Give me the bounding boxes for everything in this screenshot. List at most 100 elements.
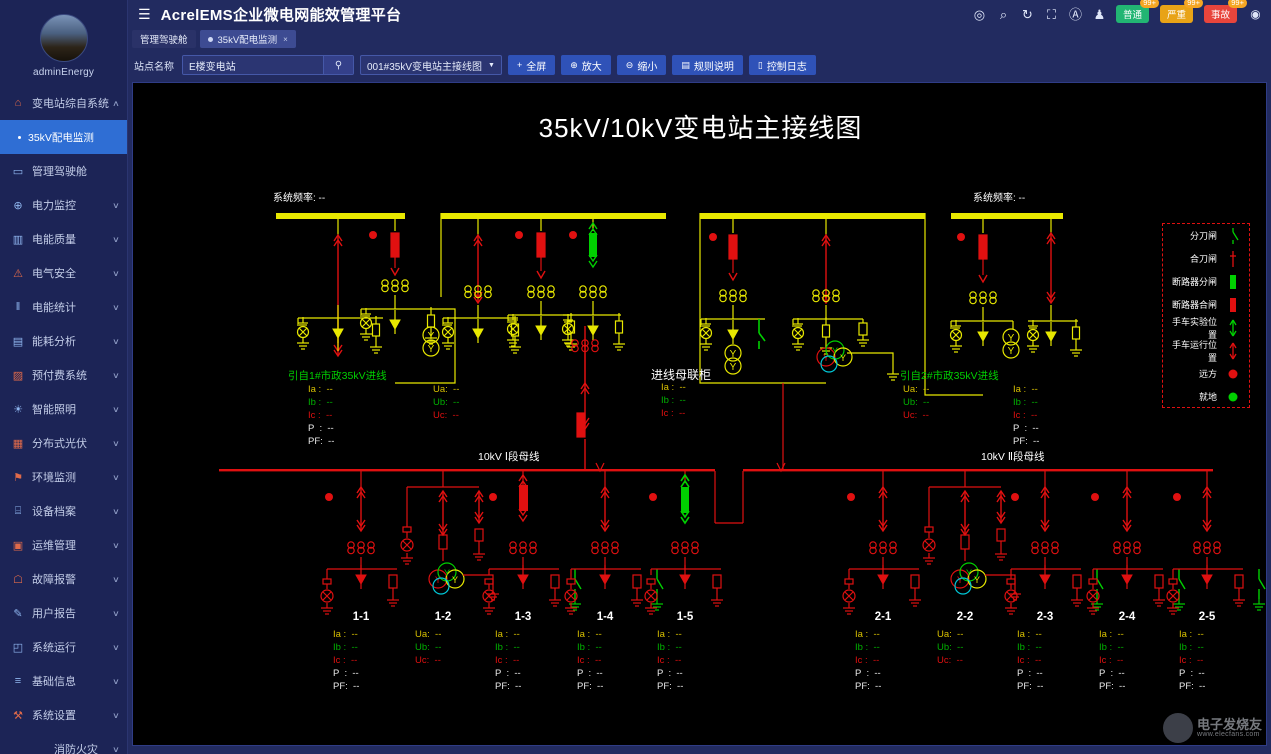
button-label: 规则说明: [693, 61, 734, 73]
legend-row-1: 合刀闸: [1163, 247, 1249, 270]
sidebar-item-7[interactable]: ▤ 能耗分析 ∨: [0, 324, 127, 358]
measure-row: Ib : --: [657, 642, 682, 653]
user-icon[interactable]: ◉: [1248, 8, 1263, 20]
measure-row: Ic : --: [657, 655, 682, 666]
trolley-run-icon: [1223, 341, 1243, 361]
toolbar-button-4[interactable]: ▯ 控制日志: [748, 55, 816, 75]
search-icon[interactable]: ⌕: [996, 8, 1011, 21]
sidebar-item-6[interactable]: ‖ 电能统计 ∨: [0, 290, 127, 324]
sidebar-item-5[interactable]: ⚠ 电气安全 ∨: [0, 256, 127, 290]
feeder-measure-1-2: Ua: -- Ub: -- Uc: --: [415, 628, 441, 667]
measure-row: Ia : --: [495, 629, 520, 640]
diagram-toolbar: 站点名称 ⚲ 001#35kV变电站主接线图 ▼ +全屏⊕放大⊖缩小▤规则说明▯…: [128, 50, 1271, 80]
chevron-icon: ∨: [112, 404, 120, 414]
sidebar-item-17[interactable]: ≡ 基础信息 ∨: [0, 664, 127, 698]
diagram-select[interactable]: 001#35kV变电站主接线图 ▼: [360, 55, 502, 75]
page-title: AcrelEMS企业微电网能效管理平台: [160, 6, 402, 24]
sidebar-item-0[interactable]: ⌂ 变电站综自系统 ∧: [0, 86, 127, 120]
sidebar-item-10[interactable]: ▦ 分布式光伏 ∨: [0, 426, 127, 460]
measure-row: P : --: [1013, 423, 1039, 434]
measure-right-voltage: Ua: -- Ub: -- Uc: --: [903, 383, 929, 422]
sidebar-item-13[interactable]: ▣ 运维管理 ∨: [0, 528, 127, 562]
report-icon: ✎: [13, 607, 23, 620]
chevron-icon: ∨: [112, 370, 120, 380]
home-icon: ⌂: [14, 97, 22, 109]
chevron-icon: ∨: [112, 608, 120, 618]
sidebar-item-11[interactable]: ⚑ 环境监测 ∨: [0, 460, 127, 494]
sidebar-item-3[interactable]: ⊕ 电力监控 ∨: [0, 188, 127, 222]
sidebar-item-16[interactable]: ◰ 系统运行 ∨: [0, 630, 127, 664]
badge-label: 普通: [1122, 10, 1142, 21]
measure-row: P : --: [333, 668, 359, 679]
hamburger-icon[interactable]: ☰: [138, 6, 151, 23]
sidebar-item-4[interactable]: ▥ 电能质量 ∨: [0, 222, 127, 256]
chevron-icon: ∨: [112, 268, 120, 278]
chevron-icon: ∨: [112, 336, 120, 346]
measure-row: Ua: --: [903, 384, 930, 395]
incoming-right-label: 引自2#市政35kV进线: [900, 370, 999, 382]
toolbar-button-1[interactable]: ⊕ 放大: [561, 55, 611, 75]
measure-row: PF: --: [308, 436, 335, 447]
sidebar-item-8[interactable]: ▨ 预付费系统 ∨: [0, 358, 127, 392]
feeder-name-1-5: 1-5: [676, 611, 694, 623]
alarm-badge-1[interactable]: 严重 99+: [1159, 0, 1203, 23]
feeder-measure-2-2: Ua: -- Ub: -- Uc: --: [937, 628, 963, 667]
button-label: 全屏: [526, 61, 547, 73]
sidebar-item-14[interactable]: ☖ 故障报警 ∨: [0, 562, 127, 596]
close-icon[interactable]: ×: [283, 35, 288, 44]
user-profile[interactable]: adminEnergy: [0, 0, 127, 84]
single-line-diagram-canvas[interactable]: 35kV/10kV变电站主接线图 系统频率: -- 系统频率: -- YYYYY…: [132, 82, 1267, 746]
sidebar-item-12[interactable]: ⌸ 设备档案 ∨: [0, 494, 127, 528]
feeder-measure-2-4: Ia : -- Ib : -- Ic : -- P : -- PF: --: [1099, 628, 1125, 693]
sidebar-item-label: 系统设置: [32, 710, 76, 722]
dot-icon: [1223, 390, 1243, 404]
search-icon[interactable]: ⚲: [323, 56, 353, 74]
sidebar-item-18[interactable]: ⚒ 系统设置 ∨: [0, 698, 127, 732]
bullet-icon: [18, 135, 21, 139]
legend-row-0: 分刀闸: [1163, 224, 1249, 247]
sidebar-item-1[interactable]: 35kV配电监测: [0, 120, 127, 154]
alarm-badge-0[interactable]: 普通 99+: [1115, 0, 1159, 23]
measure-row: P : --: [855, 668, 881, 679]
chevron-icon: ∨: [112, 710, 120, 720]
measure-row: Ua: --: [415, 629, 442, 640]
toolbar-button-3[interactable]: ▤ 规则说明: [672, 55, 743, 75]
language-icon[interactable]: Ⓐ: [1068, 8, 1083, 21]
button-icon: +: [516, 60, 523, 70]
sidebar-item-2[interactable]: ▭ 管理驾驶舱: [0, 154, 127, 188]
sidebar-item-label: 用户报告: [32, 608, 76, 620]
monitor-icon: ▭: [12, 165, 24, 178]
feeder-name-1-2: 1-2: [434, 611, 452, 623]
feeder-name-1-1: 1-1: [352, 611, 370, 623]
watermark-text: 电子发烧友 www.elecfans.com: [1196, 716, 1262, 739]
sidebar-item-15[interactable]: ✎ 用户报告 ∨: [0, 596, 127, 630]
chevron-icon: ∨: [112, 540, 120, 550]
measure-row: Ic : --: [577, 655, 602, 666]
alarm-badge-2[interactable]: 事故 99+: [1203, 0, 1247, 23]
sidebar-item-label: 设备档案: [32, 506, 76, 518]
record-icon[interactable]: ◎: [972, 8, 987, 21]
toolbar-button-2[interactable]: ⊖ 缩小: [616, 55, 667, 75]
sidebar-item-label: 预付费系统: [32, 370, 87, 382]
fullscreen-icon[interactable]: ⛶: [1044, 8, 1059, 21]
sidebar-item-9[interactable]: ☀ 智能照明 ∨: [0, 392, 127, 426]
feeder-name-2-5: 2-5: [1198, 611, 1216, 623]
svg-text:Y: Y: [966, 568, 972, 578]
measure-row: Ib : --: [1013, 397, 1038, 408]
toolbar-button-0[interactable]: + 全屏: [507, 55, 556, 75]
legend-label: 手车运行位置: [1171, 339, 1217, 363]
svg-text:Y: Y: [444, 568, 450, 578]
svg-text:Y: Y: [452, 575, 458, 585]
sld-svg: YY YYYYYYYYYY YYY: [219, 213, 1266, 615]
refresh-icon[interactable]: ↻: [1020, 8, 1035, 21]
theme-icon[interactable]: ♟: [1092, 8, 1107, 21]
sidebar-item-19[interactable]: 消防火灾 ∨: [0, 732, 127, 754]
archive-icon: ⌸: [14, 504, 22, 517]
tab-1[interactable]: 35kV配电监测 ×: [199, 30, 296, 48]
tab-0[interactable]: 管理驾驶舱: [132, 30, 196, 48]
button-icon: ▤: [681, 59, 690, 70]
tab-label: 35kV配电监测: [217, 35, 278, 46]
button-label: 缩小: [637, 61, 658, 73]
chevron-icon: ∨: [112, 642, 120, 652]
search-input[interactable]: [183, 56, 323, 74]
